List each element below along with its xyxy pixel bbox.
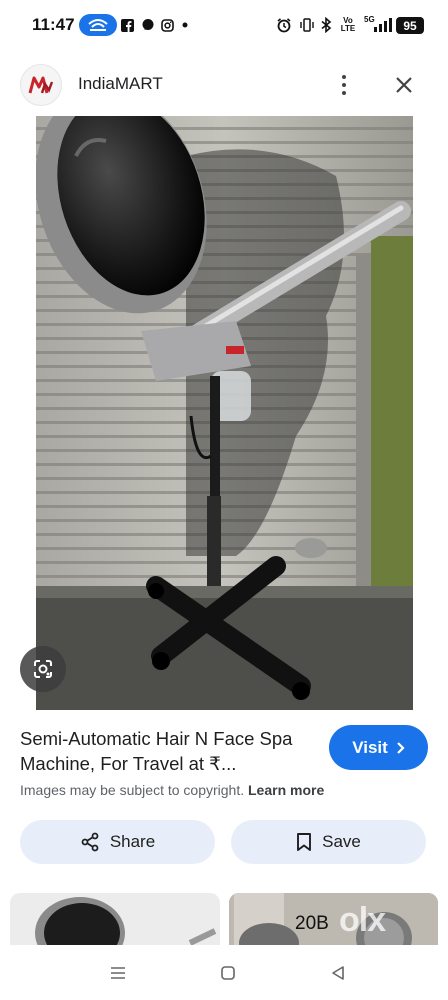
volte-icon: Vo LTE — [338, 17, 358, 33]
copyright-notice: Images may be subject to copyright. Lear… — [20, 782, 324, 798]
volte-label: Vo LTE — [340, 16, 356, 33]
close-icon[interactable] — [388, 68, 420, 102]
learn-more-link[interactable]: Learn more — [248, 782, 324, 798]
share-label: Share — [109, 832, 156, 851]
system-nav-bar — [0, 945, 448, 1000]
site-header: IndiaMART — [0, 52, 448, 116]
battery-level: 95 — [403, 18, 417, 33]
thumbnail-photo — [229, 893, 438, 945]
share-button[interactable]: Share — [20, 820, 215, 864]
hotspot-icon — [79, 14, 117, 36]
bookmark-icon — [297, 833, 312, 851]
lens-icon — [34, 660, 52, 678]
thumbnail-photo — [35, 897, 217, 945]
visit-button[interactable]: Visit — [329, 725, 428, 770]
status-time: 11:47 — [32, 15, 75, 34]
recents-icon[interactable] — [103, 959, 133, 987]
back-icon[interactable] — [323, 959, 353, 987]
signal-5g-icon: 5G — [364, 15, 392, 33]
instagram-icon — [161, 17, 174, 33]
olx-watermark: olx — [339, 901, 386, 939]
dot-icon — [182, 17, 188, 33]
copyright-text: Images may be subject to copyright. — [20, 782, 245, 798]
save-label: Save — [322, 832, 361, 851]
status-bar: 11:47 Vo LTE 5G 95 — [0, 0, 448, 52]
vibrate-icon — [299, 17, 315, 33]
save-button[interactable]: Save — [231, 820, 426, 864]
product-photo-illustration — [36, 116, 413, 710]
home-icon[interactable] — [213, 959, 243, 987]
visit-label: Visit — [352, 737, 388, 757]
chat-icon — [141, 17, 155, 33]
product-title[interactable]: Semi-Automatic Hair N Face Spa Machine, … — [20, 726, 310, 776]
bluetooth-icon — [320, 17, 332, 33]
chevron-right-icon — [397, 741, 405, 754]
share-icon — [81, 832, 99, 852]
thumbnail-label: 20B — [295, 913, 329, 934]
facebook-icon — [121, 17, 134, 33]
google-lens-button[interactable] — [20, 646, 66, 692]
alarm-icon — [276, 17, 292, 33]
battery-indicator: 95 — [396, 17, 424, 34]
product-image[interactable] — [36, 116, 413, 710]
site-name[interactable]: IndiaMART — [78, 74, 163, 94]
related-image-thumbnail[interactable]: 20B olx — [229, 893, 438, 945]
related-image-thumbnail[interactable] — [10, 893, 220, 945]
indiamart-logo-icon — [20, 64, 62, 106]
more-vert-icon[interactable] — [330, 68, 358, 102]
